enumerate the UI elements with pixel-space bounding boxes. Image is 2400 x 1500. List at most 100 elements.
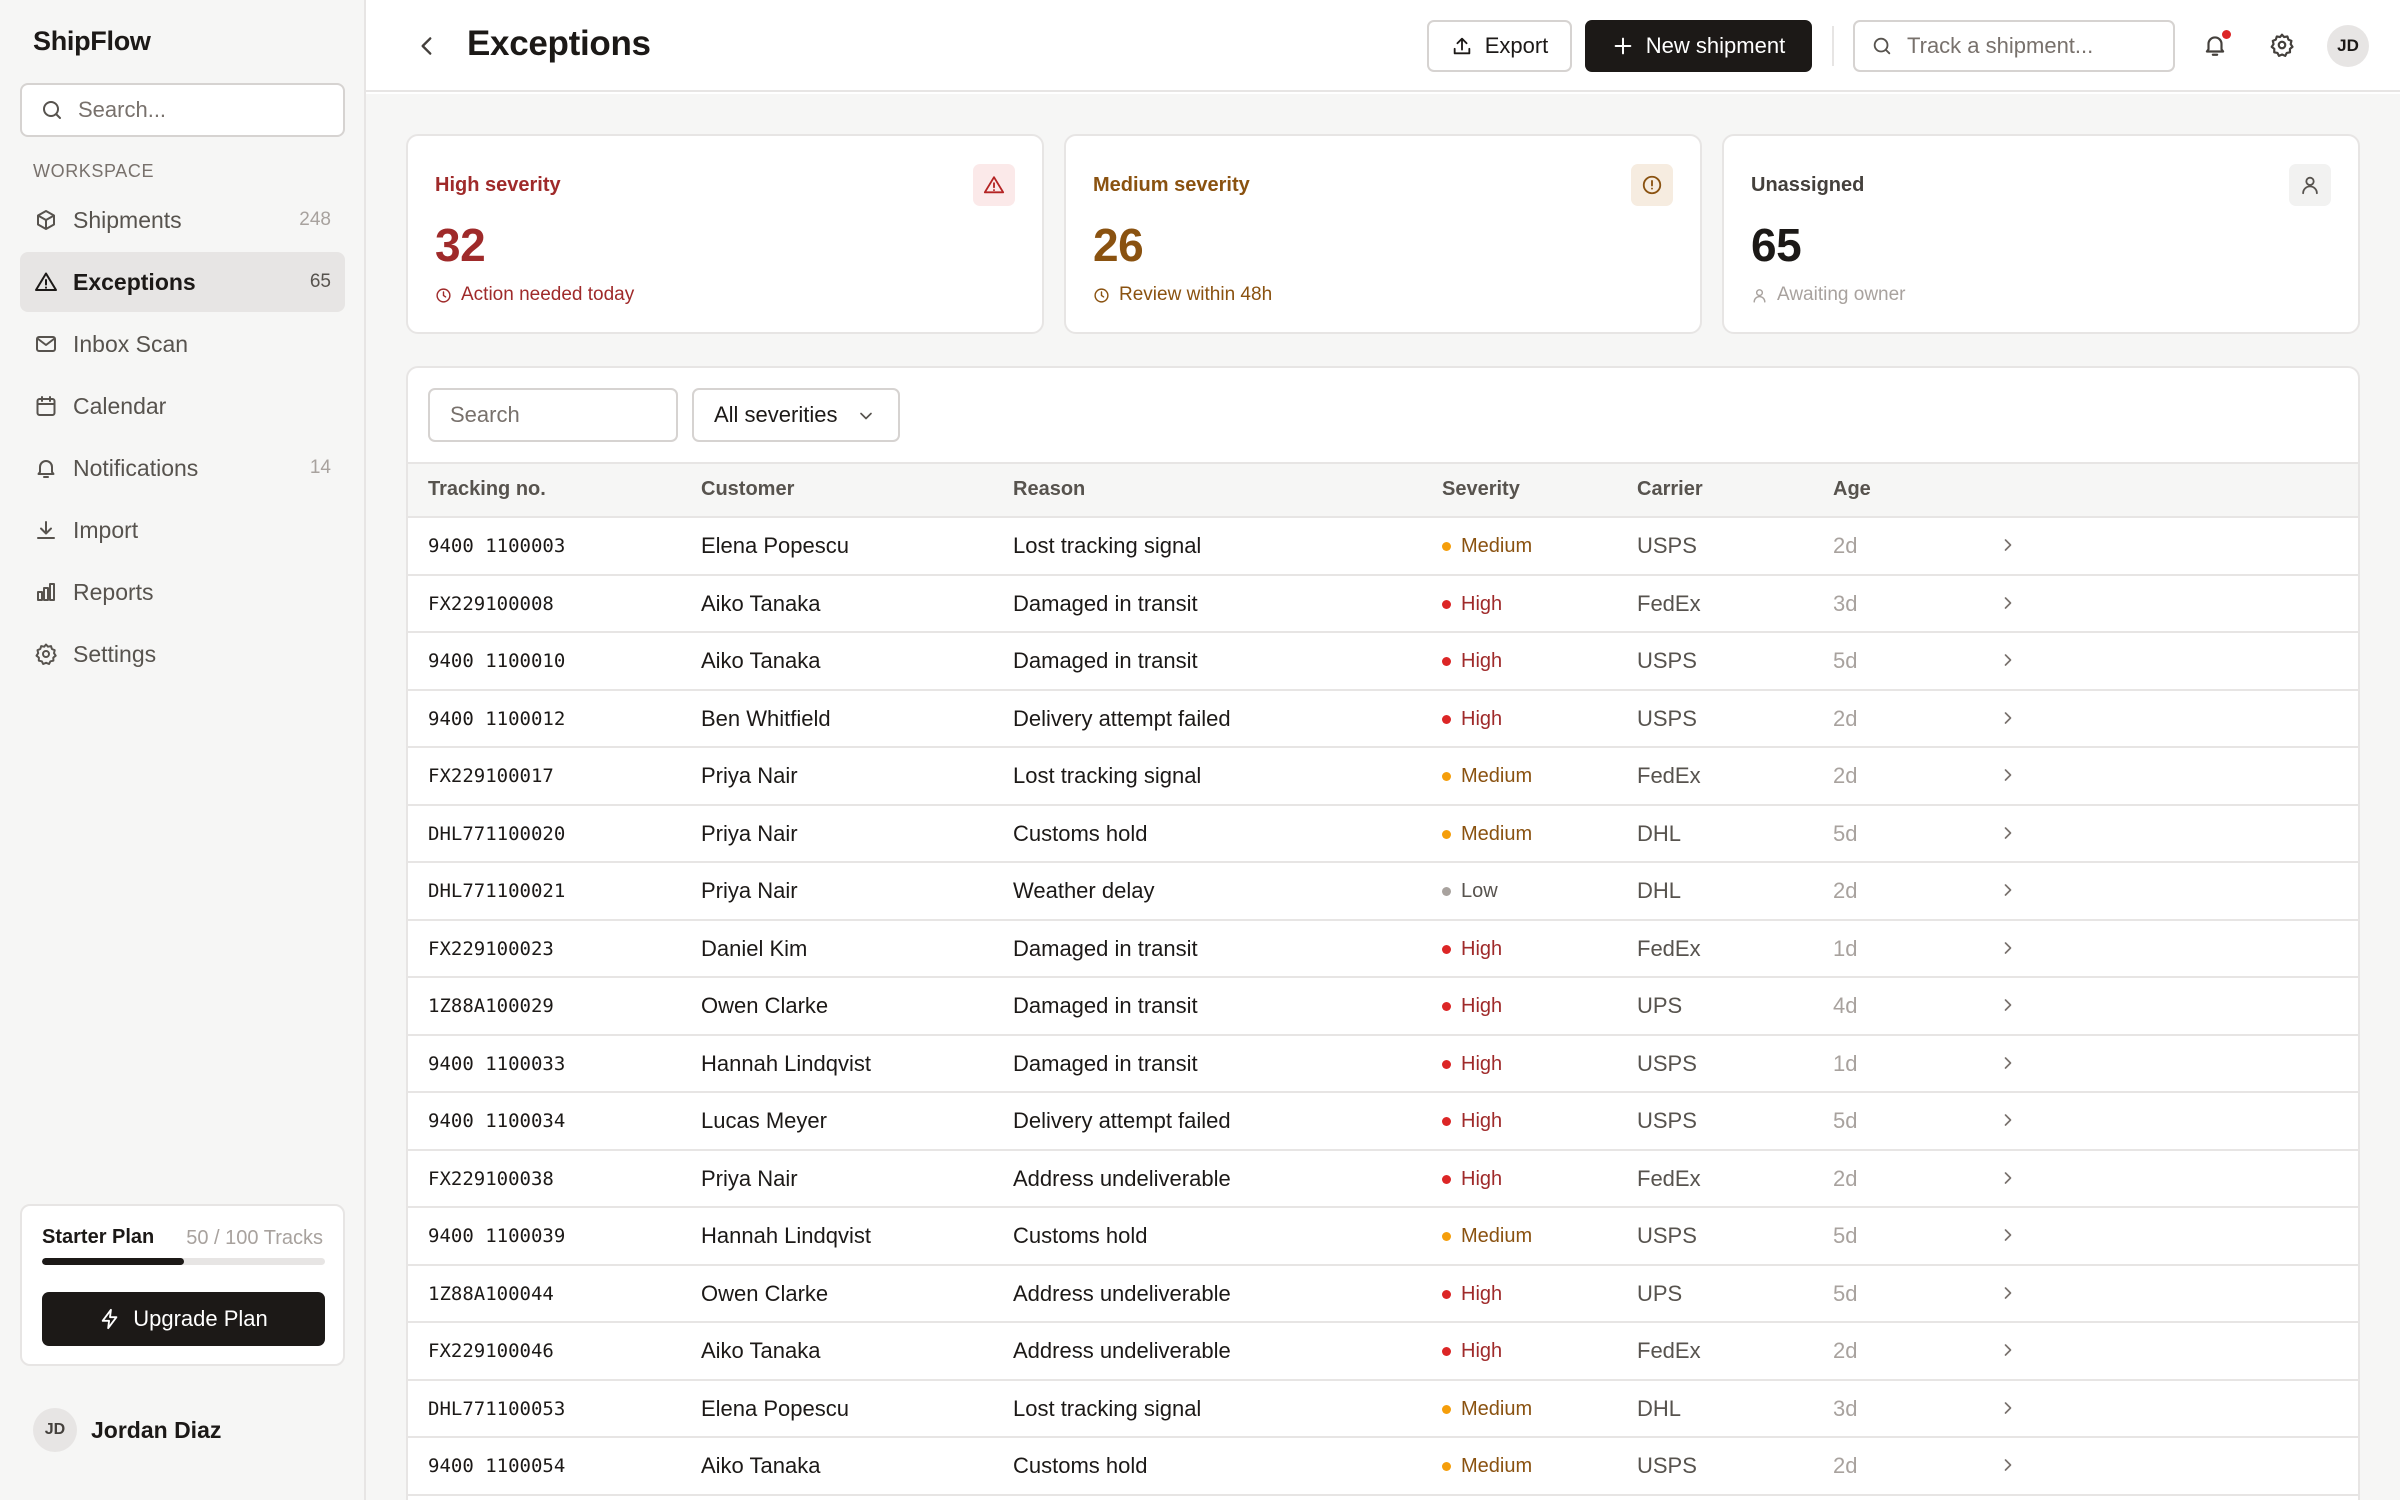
severity-badge: Medium bbox=[1442, 1398, 1532, 1421]
tracking-number[interactable]: FX229100017 bbox=[428, 765, 554, 787]
chevron-right-icon[interactable] bbox=[1998, 1340, 2018, 1360]
tracking-number[interactable]: 9400 1100054 bbox=[428, 1455, 565, 1477]
chevron-right-icon[interactable] bbox=[1998, 765, 2018, 785]
chevron-right-icon[interactable] bbox=[1998, 823, 2018, 843]
chevron-right-icon[interactable] bbox=[1998, 880, 2018, 900]
tracking-number[interactable]: DHL771100053 bbox=[428, 1398, 565, 1420]
tracking-number[interactable]: FX229100023 bbox=[428, 938, 554, 960]
tracking-number[interactable]: FX229100038 bbox=[428, 1168, 554, 1190]
tracking-number[interactable]: 9400 1100003 bbox=[428, 535, 565, 557]
table-row[interactable]: 1Z88A100029 Owen Clarke Damaged in transit… bbox=[408, 978, 2358, 1036]
tracking-number[interactable]: 9400 1100039 bbox=[428, 1225, 565, 1247]
column-header-carrier[interactable]: Carrier bbox=[1637, 478, 1703, 501]
new-shipment-button[interactable]: New shipment bbox=[1585, 20, 1812, 72]
table-row[interactable]: DHL771100020 Priya Nair Customs hold Medium… bbox=[408, 806, 2358, 863]
tracking-number[interactable]: 1Z88A100044 bbox=[428, 1283, 554, 1305]
exception-reason: Lost tracking signal bbox=[1013, 763, 1202, 788]
severity-dot bbox=[1442, 1232, 1451, 1241]
severity-dot bbox=[1442, 1404, 1451, 1414]
stat-card-medium-severity[interactable]: Medium severity 26 Review within 48h bbox=[1064, 134, 1702, 334]
stat-card-high-severity[interactable]: High severity 32 Action needed today bbox=[406, 134, 1044, 334]
sidebar-item-inbox-scan[interactable]: Inbox Scan bbox=[20, 314, 345, 374]
tracking-number[interactable]: 9400 1100012 bbox=[428, 708, 565, 730]
sidebar-search-input[interactable]: Search... bbox=[20, 83, 345, 137]
sidebar-nav: Shipments 248 Exceptions 65 Inbox Scan C… bbox=[20, 190, 345, 686]
sidebar-item-settings[interactable]: Settings bbox=[20, 624, 345, 684]
chevron-right-icon[interactable] bbox=[1998, 1398, 2018, 1418]
export-button[interactable]: Export bbox=[1427, 20, 1572, 72]
section-label: WORKSPACE bbox=[33, 161, 155, 181]
table-row[interactable]: 1Z88A100044 Owen Clarke Address undelivera… bbox=[408, 1266, 2358, 1323]
table-row[interactable]: FX229100008 Aiko Tanaka Damaged in transit… bbox=[408, 576, 2358, 633]
gear-icon[interactable] bbox=[2269, 32, 2295, 58]
chevron-right-icon[interactable] bbox=[1998, 938, 2018, 958]
sidebar-item-shipments[interactable]: Shipments 248 bbox=[20, 190, 345, 250]
tracking-number[interactable]: 1Z88A100029 bbox=[428, 995, 554, 1017]
table-row[interactable]: 9400 1100054 Aiko Tanaka Customs hold Mediu… bbox=[408, 1438, 2358, 1496]
sidebar-item-calendar[interactable]: Calendar bbox=[20, 376, 345, 436]
upgrade-plan-button[interactable]: Upgrade Plan bbox=[42, 1292, 325, 1346]
tracking-number[interactable]: DHL771100021 bbox=[428, 880, 565, 902]
exception-reason: Customs hold bbox=[1013, 1453, 1148, 1478]
chevron-right-icon[interactable] bbox=[1998, 593, 2018, 613]
table-row[interactable]: DHL771100053 Elena Popescu Lost tracking s… bbox=[408, 1381, 2358, 1438]
severity-label: Medium bbox=[1461, 765, 1533, 787]
table-row[interactable]: 9400 1100039 Hannah Lindqvist Customs hold… bbox=[408, 1208, 2358, 1266]
table-row[interactable]: FX229100017 Priya Nair Lost tracking signa… bbox=[408, 748, 2358, 806]
tracking-number[interactable]: FX229100008 bbox=[428, 593, 554, 615]
tracking-number[interactable]: DHL771100020 bbox=[428, 823, 565, 845]
chevron-right-icon[interactable] bbox=[1998, 1168, 2018, 1188]
chevron-right-icon[interactable] bbox=[1998, 1455, 2018, 1475]
column-header-age[interactable]: Age bbox=[1833, 478, 1871, 501]
column-header-customer[interactable]: Customer bbox=[701, 478, 794, 501]
sidebar-item-notifications[interactable]: Notifications 14 bbox=[20, 438, 345, 498]
chevron-right-icon[interactable] bbox=[1998, 650, 2018, 670]
table-row[interactable]: 9400 1100033 Hannah Lindqvist Damaged in t… bbox=[408, 1036, 2358, 1093]
track-shipment-input[interactable] bbox=[1907, 33, 2167, 59]
customer-name: Elena Popescu bbox=[701, 533, 849, 558]
tracking-number[interactable]: 9400 1100033 bbox=[428, 1053, 565, 1075]
sidebar-item-label: Notifications bbox=[73, 454, 199, 481]
sidebar-item-reports[interactable]: Reports bbox=[20, 562, 345, 622]
column-header-reason[interactable]: Reason bbox=[1013, 478, 1085, 501]
severity-filter-select[interactable]: All severities bbox=[692, 388, 900, 442]
sidebar-item-label: Reports bbox=[73, 578, 154, 605]
sidebar-item-exceptions[interactable]: Exceptions 65 bbox=[20, 252, 345, 312]
new-shipment-label: New shipment bbox=[1645, 33, 1786, 58]
track-shipment-field[interactable] bbox=[1853, 20, 2175, 72]
chevron-right-icon[interactable] bbox=[1998, 1225, 2018, 1245]
chevron-right-icon[interactable] bbox=[1998, 1053, 2018, 1073]
severity-badge: Low bbox=[1442, 880, 1498, 903]
app-logo[interactable]: ShipFlow bbox=[33, 26, 151, 57]
table-row[interactable]: FX229100038 Priya Nair Address undeliverab… bbox=[408, 1151, 2358, 1208]
chevron-right-icon[interactable] bbox=[1998, 1110, 2018, 1130]
table-row[interactable]: FX229100046 Aiko Tanaka Address undelivera… bbox=[408, 1323, 2358, 1381]
chevron-right-icon[interactable] bbox=[1998, 535, 2018, 555]
severity-label: Medium bbox=[1461, 1225, 1533, 1247]
chevron-right-icon[interactable] bbox=[1998, 995, 2018, 1015]
exception-age: 2d bbox=[1833, 878, 1858, 903]
column-header-severity[interactable]: Severity bbox=[1442, 478, 1520, 501]
table-row[interactable]: 9400 1100012 Ben Whitfield Delivery attemp… bbox=[408, 691, 2358, 748]
carrier-name: UPS bbox=[1637, 1280, 1683, 1306]
chevron-right-icon[interactable] bbox=[1998, 1283, 2018, 1303]
user-profile[interactable]: JD Jordan Diaz bbox=[33, 1408, 221, 1452]
tracking-number[interactable]: 9400 1100010 bbox=[428, 650, 565, 672]
chevron-left-icon[interactable] bbox=[414, 33, 440, 59]
table-search-input[interactable] bbox=[428, 388, 678, 442]
stat-card-unassigned[interactable]: Unassigned 65 Awaiting owner bbox=[1722, 134, 2360, 334]
column-header-tracking[interactable]: Tracking no. bbox=[428, 478, 546, 501]
avatar[interactable]: JD bbox=[2327, 25, 2369, 67]
exception-age: 1d bbox=[1833, 935, 1858, 961]
table-row[interactable]: FX229100023 Daniel Kim Damaged in transit H… bbox=[408, 921, 2358, 978]
table-row[interactable]: DHL771100021 Priya Nair Weather delay Low DH… bbox=[408, 863, 2358, 921]
table-row[interactable]: 9400 1100034 Lucas Meyer Delivery attempt … bbox=[408, 1093, 2358, 1151]
exception-age: 5d bbox=[1833, 648, 1858, 673]
table-row[interactable]: 9400 1100003 Elena Popescu Lost tracking s… bbox=[408, 518, 2358, 576]
package-icon bbox=[37, 210, 55, 230]
tracking-number[interactable]: 9400 1100034 bbox=[428, 1110, 565, 1132]
table-row[interactable]: 9400 1100010 Aiko Tanaka Damaged in transi… bbox=[408, 633, 2358, 691]
chevron-right-icon[interactable] bbox=[1998, 708, 2018, 728]
sidebar-item-import[interactable]: Import bbox=[20, 500, 345, 560]
tracking-number[interactable]: FX229100046 bbox=[428, 1340, 554, 1362]
